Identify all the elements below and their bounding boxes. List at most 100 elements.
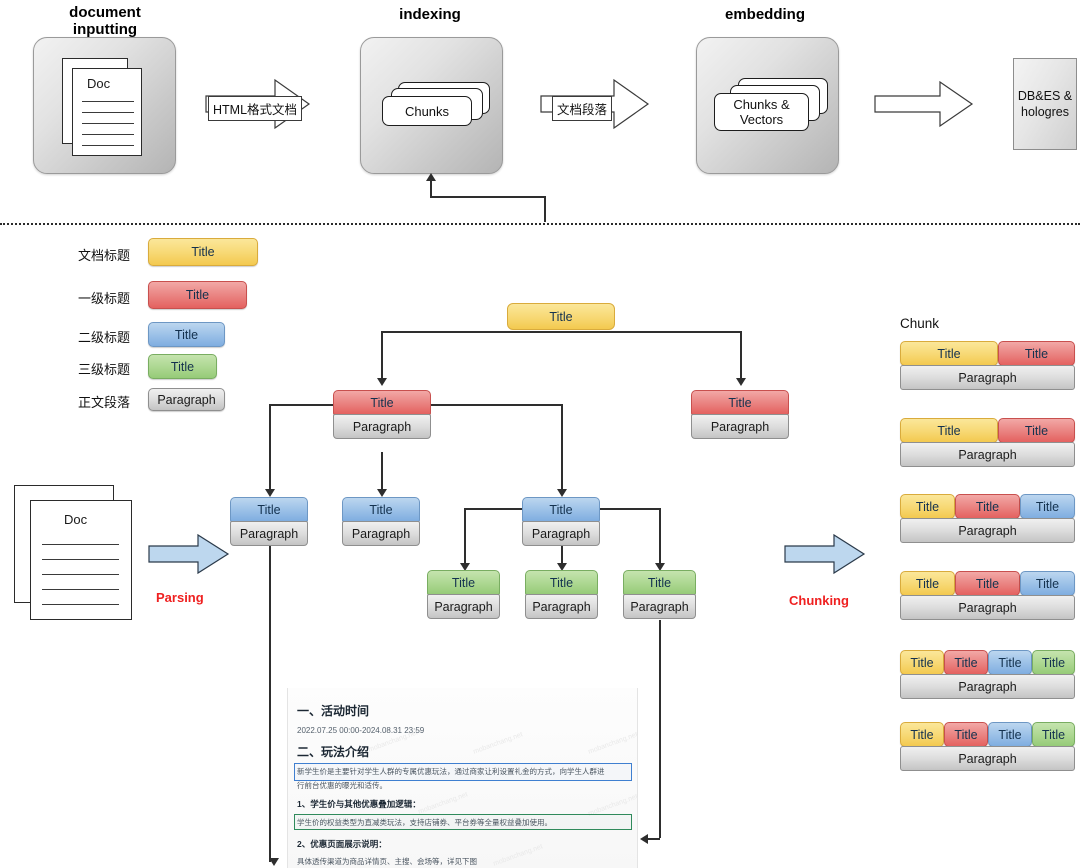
docshot-heading-2: 二、玩法介绍 [297, 745, 370, 759]
tree-arrowhead-h2a [265, 489, 275, 497]
tree-node-h2b[interactable]: Title Paragraph [342, 497, 420, 555]
chunk-2-seg-2: Title [998, 418, 1075, 443]
chunk-card-2[interactable]: Title Title Paragraph [900, 418, 1075, 471]
chunks-card-front: Chunks [382, 96, 472, 126]
chunk-column-header: Chunk [900, 316, 940, 331]
tree-node-h2b-title: Title [342, 497, 420, 522]
doc-sheet-front: Doc [72, 68, 142, 156]
watermark-2: mobanchang.net [472, 731, 524, 756]
doc-label: Doc [87, 76, 111, 91]
tree-arrowhead-h2b [377, 489, 387, 497]
tree-node-h2c[interactable]: Title Paragraph [522, 497, 600, 555]
chunk-2-paragraph: Paragraph [900, 442, 1075, 467]
legend-label-h1: 一级标题 [78, 291, 131, 306]
doc-stack-source: Doc [14, 485, 144, 620]
tree-node-h3a[interactable]: Title Paragraph [427, 570, 500, 622]
chunk-card-6[interactable]: Title Title Title Title Paragraph [900, 722, 1075, 775]
chunk-5-paragraph: Paragraph [900, 674, 1075, 699]
chunk-6-seg-2: Title [944, 722, 988, 747]
chunk-1-seg-2: Title [998, 341, 1075, 366]
watermark-6: mobanchang.net [492, 843, 544, 868]
tree-node-h2a[interactable]: Title Paragraph [230, 497, 308, 555]
arrow-label-doc-paragraph: 文档段落 [552, 96, 613, 121]
tree-node-h2c-paragraph: Paragraph [522, 521, 600, 546]
chunk-6-seg-3: Title [988, 722, 1032, 747]
tree-line-h1a-to-h2b [381, 452, 383, 490]
chunk-5-seg-4: Title [1032, 650, 1075, 675]
feedback-arrowhead [426, 173, 436, 181]
tree-node-h3b[interactable]: Title Paragraph [525, 570, 598, 622]
watermark-4: mobanchang.net [417, 791, 469, 816]
tree-line-h3c-to-doc-h [648, 838, 660, 840]
section-divider [0, 223, 1080, 225]
chunk-5-titles: Title Title Title Title [900, 650, 1075, 675]
legend-label-h2: 二级标题 [78, 330, 131, 345]
chunk-4-seg-2: Title [955, 571, 1020, 596]
tree-node-h3c-paragraph: Paragraph [623, 594, 696, 619]
doc-arrowhead-right [640, 834, 648, 844]
tree-node-h1a[interactable]: Title Paragraph [333, 390, 431, 452]
chunk-3-seg-3: Title [1020, 494, 1075, 519]
docshot-heading-1: 一、活动时间 [297, 704, 370, 718]
chunk-3-paragraph: Paragraph [900, 518, 1075, 543]
tree-node-h2a-paragraph: Paragraph [230, 521, 308, 546]
tree-arrowhead-h1a [377, 378, 387, 386]
tree-line-root-span [381, 331, 741, 333]
tree-node-h1a-paragraph: Paragraph [333, 414, 431, 439]
legend-chip-doc-title: Title [148, 238, 258, 266]
docshot-body-4: 具体透传渠道为商品详情页、主搜、会场等，详见下图 [297, 857, 477, 866]
chunk-4-titles: Title Title Title [900, 571, 1075, 596]
tree-node-h1a-title: Title [333, 390, 431, 415]
chunk-2-seg-1: Title [900, 418, 998, 443]
chunk-card-3[interactable]: Title Title Title Paragraph [900, 494, 1075, 547]
chunk-card-5[interactable]: Title Title Title Title Paragraph [900, 650, 1075, 703]
legend-label-doc-title: 文档标题 [78, 248, 131, 263]
chunk-1-titles: Title Title [900, 341, 1075, 366]
chunk-card-4[interactable]: Title Title Title Paragraph [900, 571, 1075, 624]
label-chunking: Chunking [789, 593, 849, 608]
chunk-6-seg-4: Title [1032, 722, 1075, 747]
tree-node-h1b-paragraph: Paragraph [691, 414, 789, 439]
feedback-line-vertical-right [544, 196, 546, 222]
tree-line-root-to-h1a [381, 331, 383, 378]
chunk-3-seg-2: Title [955, 494, 1020, 519]
tree-line-h1a-to-h2a [269, 404, 271, 490]
tree-line-root-to-h1b [740, 331, 742, 378]
docshot-heading-4: 2、优惠页面展示说明： [297, 839, 387, 849]
tree-node-h3b-paragraph: Paragraph [525, 594, 598, 619]
arrow-label-html-doc: HTML格式文档 [208, 96, 303, 121]
tree-node-h1b-title: Title [691, 390, 789, 415]
docshot-intro-line-1: 新学生价是主要针对学生人群的专属优惠玩法，通过商家让利设置礼金的方式，向学生人群… [297, 767, 605, 776]
tree-line-h2a-to-doc [269, 540, 271, 862]
chunk-1-paragraph: Paragraph [900, 365, 1075, 390]
chunk-5-seg-1: Title [900, 650, 944, 675]
label-parsing: Parsing [156, 590, 204, 605]
chunk-4-paragraph: Paragraph [900, 595, 1075, 620]
chunk-5-seg-3: Title [988, 650, 1032, 675]
diagram-canvas: document inputting indexing embedding Do… [0, 0, 1080, 868]
stage-title-indexing: indexing [399, 6, 461, 23]
chunk-4-seg-3: Title [1020, 571, 1075, 596]
doc-stack-top: Doc [62, 58, 152, 156]
tree-line-h2c-to-h3a [464, 508, 466, 564]
chunk-4-seg-1: Title [900, 571, 955, 596]
tree-node-root[interactable]: Title [507, 303, 615, 331]
document-screenshot: mobanchang.net mobanchang.net mobanchang… [287, 688, 638, 868]
docshot-body-3: 学生价的权益类型为直减类玩法，支持店铺券、平台券等全量权益叠加使用。 [297, 818, 552, 827]
watermark-3: mobanchang.net [587, 731, 638, 756]
legend-label-body: 正文段落 [78, 395, 131, 410]
tree-node-h3c[interactable]: Title Paragraph [623, 570, 696, 622]
chunk-2-titles: Title Title [900, 418, 1075, 443]
tree-node-h3a-paragraph: Paragraph [427, 594, 500, 619]
chunk-6-paragraph: Paragraph [900, 746, 1075, 771]
doc-arrowhead-left [269, 858, 279, 866]
tree-arrowhead-h1b [736, 378, 746, 386]
source-doc-label: Doc [64, 512, 88, 527]
tree-node-h1b[interactable]: Title Paragraph [691, 390, 789, 452]
feedback-line-horizontal [430, 196, 546, 198]
source-doc-sheet-front: Doc [30, 500, 132, 620]
chunk-card-1[interactable]: Title Title Paragraph [900, 341, 1075, 394]
tree-node-h3c-title: Title [623, 570, 696, 595]
chunks-vectors-card-front: Chunks & Vectors [714, 93, 809, 131]
chunk-3-seg-1: Title [900, 494, 955, 519]
